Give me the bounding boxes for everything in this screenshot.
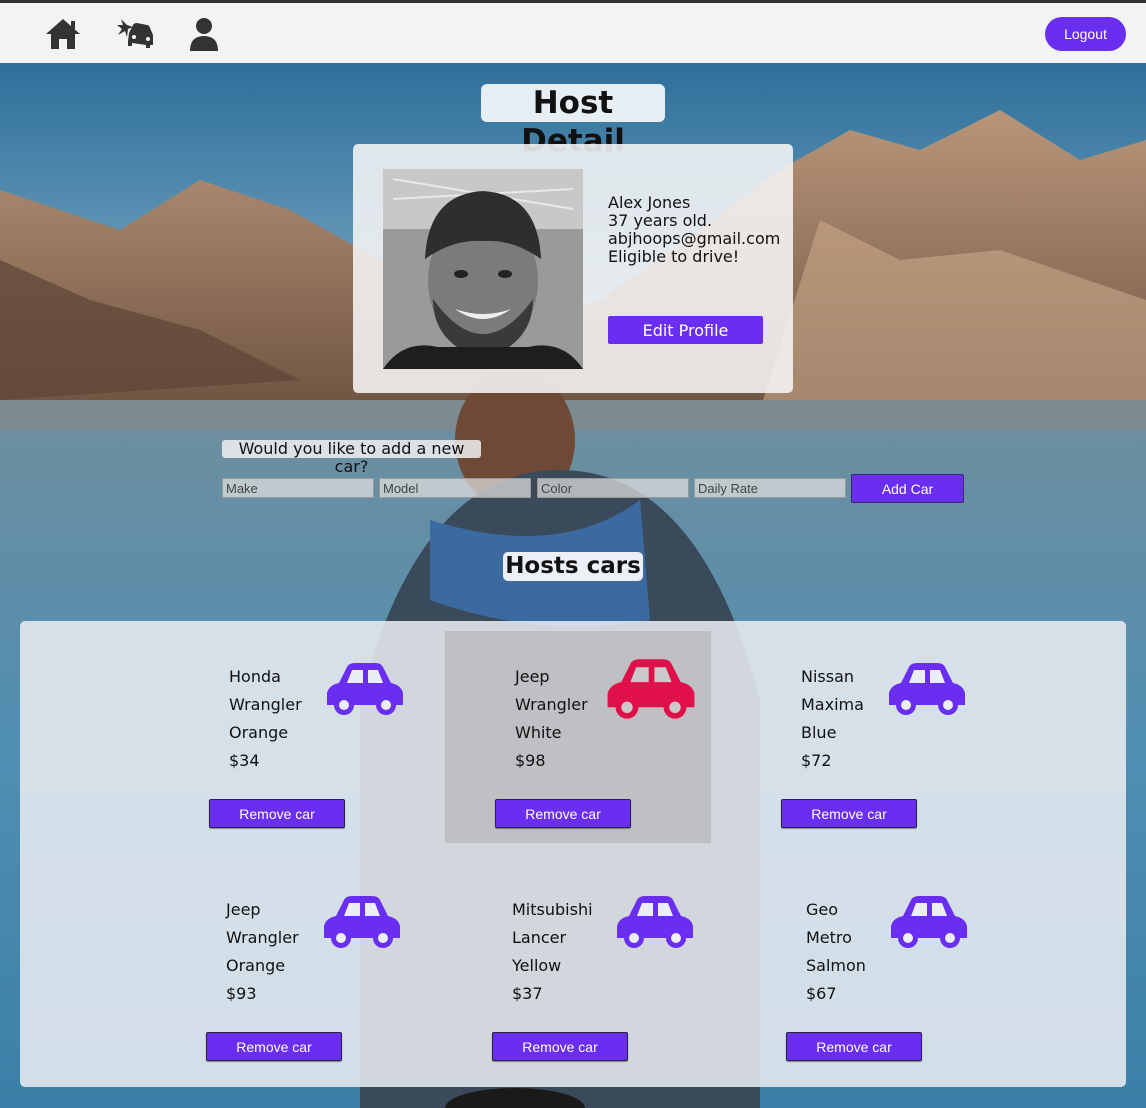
car-make: Mitsubishi <box>512 900 593 919</box>
model-input[interactable] <box>379 478 531 498</box>
remove-car-button[interactable]: Remove car <box>206 1032 342 1061</box>
car-icon <box>617 896 693 948</box>
edit-profile-button[interactable]: Edit Profile <box>608 316 763 344</box>
car-card: Honda Wrangler Orange $34 Remove car <box>159 631 425 843</box>
car-model: Wrangler <box>226 928 299 947</box>
car-make: Geo <box>806 900 839 919</box>
avatar <box>383 169 583 369</box>
car-model: Lancer <box>512 928 567 947</box>
host-name: Alex Jones <box>608 193 691 212</box>
host-status: Eligible to drive! <box>608 247 740 266</box>
car-color: Salmon <box>806 956 866 975</box>
car-model: Wrangler <box>515 695 588 714</box>
car-rate: $98 <box>515 751 546 770</box>
car-icon <box>324 896 400 948</box>
car-color: White <box>515 723 562 742</box>
add-car-button[interactable]: Add Car <box>851 474 964 503</box>
remove-car-button[interactable]: Remove car <box>786 1032 922 1061</box>
car-rate: $67 <box>806 984 837 1003</box>
car-card: Nissan Maxima Blue $72 Remove car <box>731 631 997 843</box>
daily-rate-input[interactable] <box>694 478 846 498</box>
car-make: Nissan <box>801 667 855 686</box>
car-model: Maxima <box>801 695 864 714</box>
car-card: Jeep Wrangler White $98 Remove car <box>445 631 711 843</box>
car-model: Wrangler <box>229 695 302 714</box>
car-card: Geo Metro Salmon $67 Remove car <box>736 864 1002 1076</box>
car-rate: $34 <box>229 751 260 770</box>
car-icon <box>891 896 967 948</box>
car-icon <box>327 663 403 715</box>
car-rate: $72 <box>801 751 832 770</box>
remove-car-button[interactable]: Remove car <box>492 1032 628 1061</box>
make-input[interactable] <box>222 478 374 498</box>
host-age: 37 years old. <box>608 211 713 230</box>
home-icon[interactable] <box>44 17 82 56</box>
car-color: Yellow <box>512 956 562 975</box>
remove-car-button[interactable]: Remove car <box>495 799 631 828</box>
car-make: Jeep <box>515 667 550 686</box>
car-color: Blue <box>801 723 837 742</box>
color-input[interactable] <box>537 478 689 498</box>
car-color: Orange <box>229 723 289 742</box>
top-nav-bar: Logout <box>0 0 1146 63</box>
car-icon <box>607 659 695 719</box>
remove-car-button[interactable]: Remove car <box>209 799 345 828</box>
user-icon[interactable] <box>189 17 219 56</box>
add-car-prompt: Would you like to add a new car? <box>222 440 481 476</box>
host-profile-card: Alex Jones 37 years old. abjhoops@gmail.… <box>353 144 793 393</box>
car-crash-icon[interactable] <box>115 17 155 56</box>
car-icon <box>889 663 965 715</box>
cars-section-title: Hosts cars <box>503 552 643 581</box>
remove-car-button[interactable]: Remove car <box>781 799 917 828</box>
car-rate: $93 <box>226 984 257 1003</box>
car-card: Mitsubishi Lancer Yellow $37 Remove car <box>442 864 708 1076</box>
car-rate: $37 <box>512 984 543 1003</box>
host-email: abjhoops@gmail.com <box>608 229 781 248</box>
host-info: Alex Jones 37 years old. abjhoops@gmail.… <box>608 194 780 266</box>
car-model: Metro <box>806 928 852 947</box>
car-card: Jeep Wrangler Orange $93 Remove car <box>156 864 422 1076</box>
logout-button[interactable]: Logout <box>1045 17 1126 51</box>
cars-panel: Honda Wrangler Orange $34 Remove car Jee… <box>20 621 1126 1087</box>
car-color: Orange <box>226 956 286 975</box>
car-make: Honda <box>229 667 281 686</box>
car-make: Jeep <box>226 900 261 919</box>
page-title: Host Detail <box>481 84 665 159</box>
